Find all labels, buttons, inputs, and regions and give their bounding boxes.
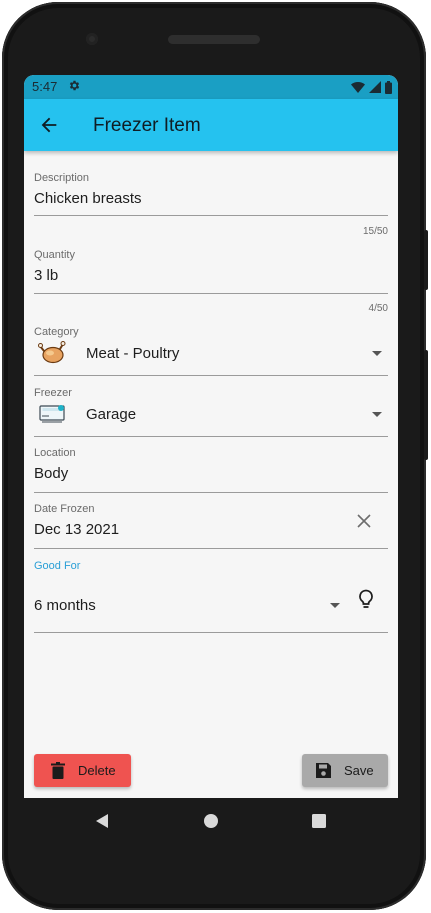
system-nav-bar [24,798,398,844]
page-title: Freezer Item [93,115,201,136]
status-icons [351,80,392,94]
front-camera [86,33,98,45]
battery-icon [385,80,392,94]
trash-icon [51,762,65,779]
freezer-label: Freezer [34,387,72,399]
quantity-field[interactable]: Quantity 3 lb [34,247,388,319]
back-arrow-icon[interactable] [38,114,60,136]
save-label: Save [344,763,374,778]
category-dropdown[interactable]: Category Meat - Poultry [34,324,388,376]
category-value: Meat - Poultry [86,345,180,362]
location-underline [34,492,388,493]
good-for-underline [34,632,388,633]
category-underline [34,375,388,376]
nav-recents-icon[interactable] [312,814,326,828]
delete-label: Delete [78,763,116,778]
location-label: Location [34,447,76,459]
location-field[interactable]: Location Body [34,447,388,495]
location-input[interactable]: Body [34,465,68,482]
description-field[interactable]: Description Chicken breasts [34,170,388,242]
lightbulb-icon[interactable] [357,589,375,611]
date-frozen-label: Date Frozen [34,503,95,515]
description-label: Description [34,172,90,184]
date-frozen-input[interactable]: Dec 13 2021 [34,521,119,538]
power-button [424,230,428,290]
status-bar: 5:47 [24,75,398,99]
quantity-underline [34,293,388,294]
date-frozen-field[interactable]: Date Frozen Dec 13 2021 [34,503,388,551]
close-icon[interactable] [356,513,372,529]
status-time: 5:47 [32,79,58,94]
category-label: Category [34,326,79,338]
earpiece-speaker [168,35,260,44]
poultry-icon [38,341,66,364]
freezer-dropdown[interactable]: Freezer Garage [34,385,388,437]
quantity-input[interactable]: 3 lb [34,267,58,284]
nav-back-icon[interactable] [95,813,109,829]
signal-icon [369,81,381,93]
chevron-down-icon [372,351,382,356]
freezer-icon [39,405,65,423]
app-screen: 5:47 Freezer Item Description Chicken br… [24,75,398,798]
chevron-down-icon [372,412,382,417]
floppy-disk-icon [316,763,331,778]
description-input[interactable]: Chicken breasts [34,190,142,207]
wifi-icon [351,81,365,93]
chevron-down-icon [330,603,340,608]
gear-icon [69,80,80,91]
good-for-dropdown[interactable]: Good For 6 months [34,560,388,636]
quantity-label: Quantity [34,249,75,261]
nav-home-icon[interactable] [203,813,219,829]
freezer-value: Garage [86,406,137,423]
save-button[interactable]: Save [302,754,388,787]
quantity-counter: 4/50 [368,303,388,314]
date-frozen-underline [34,548,388,549]
delete-button[interactable]: Delete [34,754,131,787]
app-bar: Freezer Item [24,99,398,151]
description-underline [34,215,388,216]
good-for-label: Good For [34,560,81,572]
freezer-underline [34,436,388,437]
description-counter: 15/50 [362,226,388,237]
volume-button [424,350,428,460]
good-for-value: 6 months [34,597,96,614]
